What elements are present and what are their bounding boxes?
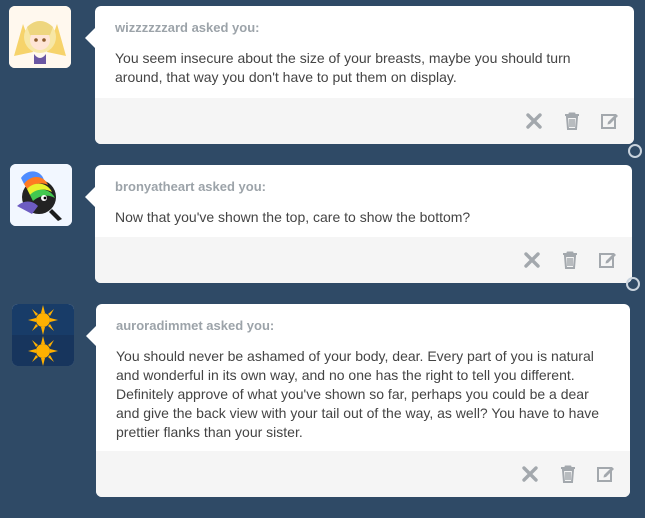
scroll-marker	[626, 277, 640, 291]
card-footer	[95, 237, 632, 283]
delete-icon	[521, 465, 538, 482]
fox-girl-avatar-icon	[9, 6, 71, 68]
edit-icon	[598, 252, 616, 268]
question-text: You should never be ashamed of your body…	[116, 348, 600, 440]
trash-icon	[560, 465, 575, 483]
card-footer	[95, 98, 634, 144]
question-card: bronyatheart asked you: Now that you've …	[85, 165, 640, 291]
question-text: Now that you've shown the top, care to s…	[115, 209, 471, 225]
asker-avatar[interactable]	[10, 164, 72, 226]
pony-avatar-icon	[10, 164, 72, 226]
trash-icon	[564, 112, 579, 130]
delete-button[interactable]	[521, 249, 542, 270]
card-actions	[521, 249, 618, 270]
edit-button[interactable]	[597, 249, 618, 270]
asker-avatar[interactable]	[12, 304, 74, 366]
sun-avatar-icon	[12, 304, 74, 366]
edit-button[interactable]	[599, 110, 620, 131]
delete-button[interactable]	[523, 110, 544, 131]
card-actions	[523, 110, 620, 131]
trash-icon	[562, 251, 577, 269]
trash-button[interactable]	[561, 110, 582, 131]
edit-icon	[600, 113, 618, 129]
delete-icon	[523, 251, 540, 268]
trash-button[interactable]	[559, 249, 580, 270]
scroll-marker	[628, 144, 642, 158]
question-card: auroradimmet asked you: You should never…	[86, 304, 630, 497]
card-actions	[519, 463, 616, 484]
asker-label: wizzzzzzard asked you:	[115, 20, 260, 35]
delete-icon	[525, 112, 542, 129]
asker-avatar[interactable]	[9, 6, 71, 68]
edit-icon	[596, 466, 614, 482]
trash-button[interactable]	[557, 463, 578, 484]
asker-label: bronyatheart asked you:	[115, 179, 266, 194]
question-text: You seem insecure about the size of your…	[115, 50, 571, 85]
edit-button[interactable]	[595, 463, 616, 484]
card-footer	[96, 451, 630, 497]
asker-label: auroradimmet asked you:	[116, 318, 275, 333]
delete-button[interactable]	[519, 463, 540, 484]
question-card: wizzzzzzard asked you: You seem insecure…	[85, 6, 642, 158]
